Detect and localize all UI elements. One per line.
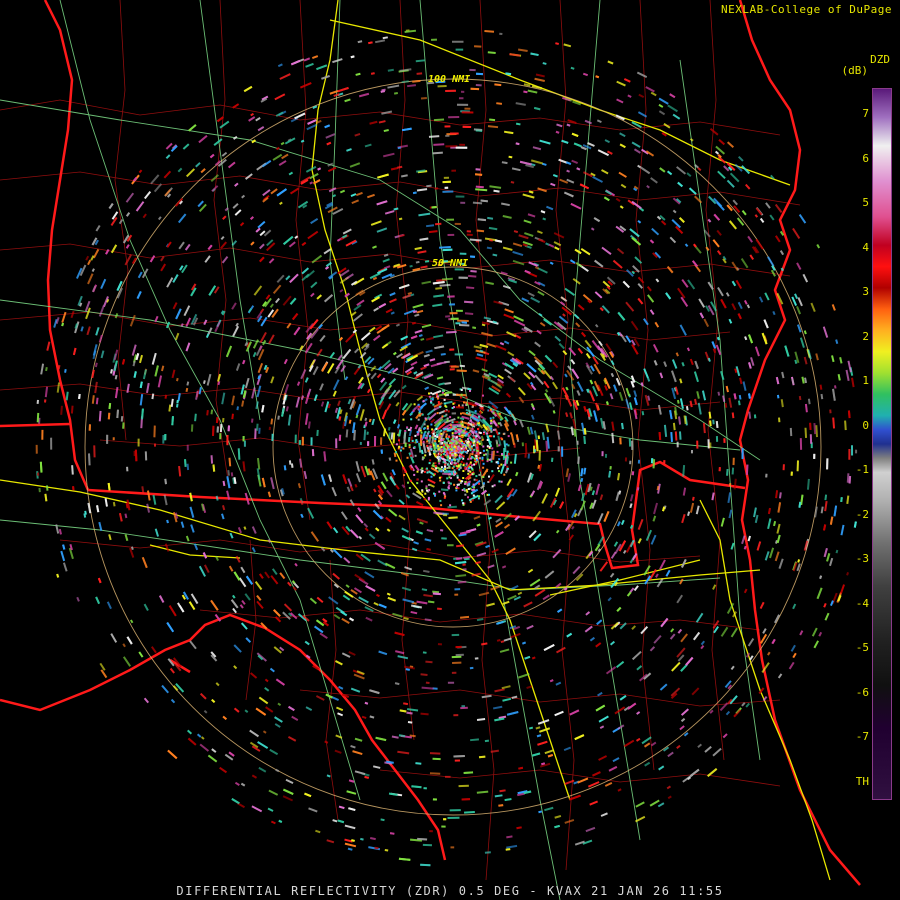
colorbar-tick: -4	[855, 596, 869, 610]
colorbar-tick: 3	[862, 285, 869, 298]
colorbar-tick: 2	[862, 329, 869, 343]
colorbar-tick: 0	[862, 418, 869, 432]
zdr-colorbar	[872, 88, 892, 800]
colorbar-tick: 1	[862, 374, 869, 387]
range-label-50: 50 NMI	[432, 258, 469, 269]
colorbar-tick: -7	[855, 730, 869, 743]
colorbar-tick: TH	[855, 774, 869, 788]
nexlab-credit: NEXLAB-College of DuPage	[721, 3, 892, 16]
colorbar-tick: -1	[855, 463, 869, 476]
range-label-100: 100 NMI	[428, 74, 471, 85]
colorbar-tick: 5	[862, 196, 869, 209]
colorbar-tick: 7	[862, 107, 869, 120]
radar-map	[0, 0, 900, 900]
colorbar-tick: -6	[855, 685, 869, 699]
colorbar-tick: 6	[862, 151, 869, 165]
product-code: DZD	[870, 53, 890, 66]
units-label: (dB)	[841, 64, 869, 77]
colorbar-tick: 4	[862, 240, 869, 254]
colorbar-tick: -3	[855, 552, 869, 565]
colorbar-tick: -2	[855, 507, 869, 521]
credit-text: NEXLAB-College of DuPage	[721, 3, 892, 16]
product-title: DIFFERENTIAL REFLECTIVITY (ZDR) 0.5 DEG …	[176, 884, 724, 898]
colorbar-tick: -5	[855, 641, 869, 654]
